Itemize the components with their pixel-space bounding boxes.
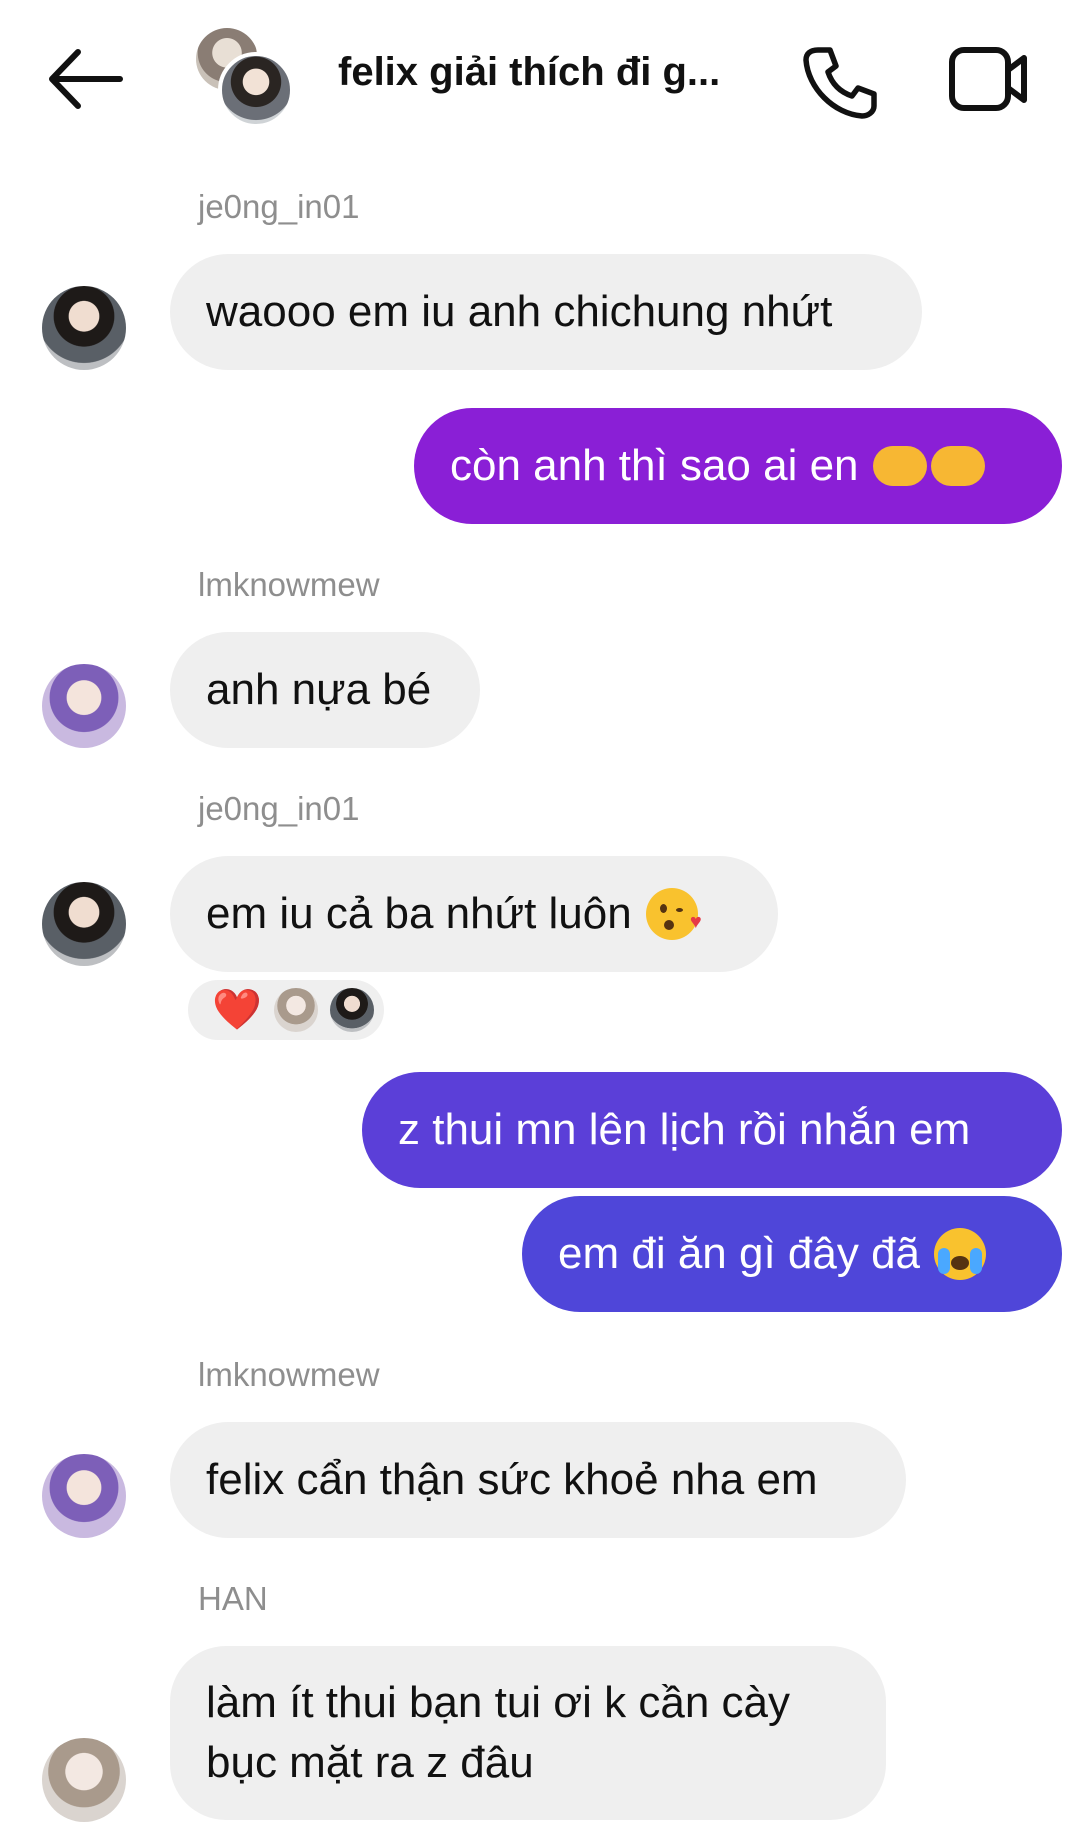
sender-name: HAN <box>198 1580 268 1617</box>
chat-screen: felix giải thích đi g... je0ng_in01 waoo… <box>0 0 1080 1833</box>
message-text: z thui mn lên lịch rồi nhắn em <box>398 1105 971 1154</box>
emoji-eye <box>659 904 667 913</box>
emoji-mouth <box>951 1256 970 1270</box>
back-button[interactable] <box>44 44 126 114</box>
message-text: còn anh thì sao ai en <box>450 441 859 490</box>
message-text: felix cẩn thận sức khoẻ nha em <box>206 1455 818 1504</box>
avatar[interactable] <box>42 1738 126 1822</box>
group-avatar[interactable] <box>196 28 296 128</box>
message-bubble[interactable]: anh nựa bé <box>170 632 480 748</box>
sender-name: je0ng_in01 <box>198 188 360 225</box>
message-bubble-outgoing[interactable]: còn anh thì sao ai en <box>414 408 1062 524</box>
hand-left-emoji <box>930 446 985 486</box>
arrow-left-icon <box>49 49 123 109</box>
heart-icon: ♥ <box>689 911 702 933</box>
message-bubble[interactable]: waooo em iu anh chichung nhứt <box>170 254 922 370</box>
avatar[interactable] <box>42 286 126 370</box>
group-avatar-front <box>218 52 294 128</box>
voice-call-button[interactable] <box>800 42 880 122</box>
sender-name: lmknowmew <box>198 566 380 603</box>
emoji-tear <box>938 1248 951 1274</box>
message-text: waooo em iu anh chichung nhứt <box>206 287 833 336</box>
message-text: em iu cả ba nhứt luôn <box>206 889 632 938</box>
message-text-line-2: bục mặt ra z đâu <box>206 1738 534 1787</box>
loudly-crying-face-emoji <box>934 1228 987 1280</box>
emoji-eye-wink <box>675 908 683 912</box>
message-bubble[interactable]: felix cẩn thận sức khoẻ nha em <box>170 1422 906 1538</box>
message-text-line-1: làm ít thui bạn tui ơi k cần cày <box>206 1678 791 1727</box>
avatar[interactable] <box>42 882 126 966</box>
message-bubble[interactable]: em iu cả ba nhứt luôn ♥ <box>170 856 778 972</box>
video-camera-icon <box>949 47 1027 111</box>
reactor-avatar <box>329 988 374 1032</box>
sender-name: lmknowmew <box>198 1356 380 1393</box>
pointing-hands-emoji <box>872 446 985 486</box>
avatar[interactable] <box>42 664 126 748</box>
chat-title[interactable]: felix giải thích đi g... <box>338 50 738 95</box>
message-bubble[interactable]: làm ít thui bạn tui ơi k cần cày bục mặt… <box>170 1646 886 1820</box>
message-reactions[interactable]: ❤️ <box>184 976 388 1044</box>
video-call-button[interactable] <box>948 44 1030 114</box>
reactor-avatar <box>273 988 318 1032</box>
emoji-tear <box>970 1248 983 1274</box>
avatar[interactable] <box>42 1454 126 1538</box>
message-text: em đi ăn gì đây đã <box>558 1229 921 1278</box>
kissing-face-emoji: ♥ <box>645 888 702 940</box>
phone-icon <box>803 47 877 119</box>
chat-header: felix giải thích đi g... <box>0 0 1080 160</box>
emoji-mouth <box>663 920 674 930</box>
heart-reaction-icon: ❤️ <box>212 988 262 1032</box>
sender-name: je0ng_in01 <box>198 790 360 827</box>
message-bubble-outgoing[interactable]: em đi ăn gì đây đã <box>522 1196 1062 1312</box>
message-bubble-outgoing[interactable]: z thui mn lên lịch rồi nhắn em <box>362 1072 1062 1188</box>
hand-right-emoji <box>872 446 927 486</box>
message-text: anh nựa bé <box>206 665 432 714</box>
